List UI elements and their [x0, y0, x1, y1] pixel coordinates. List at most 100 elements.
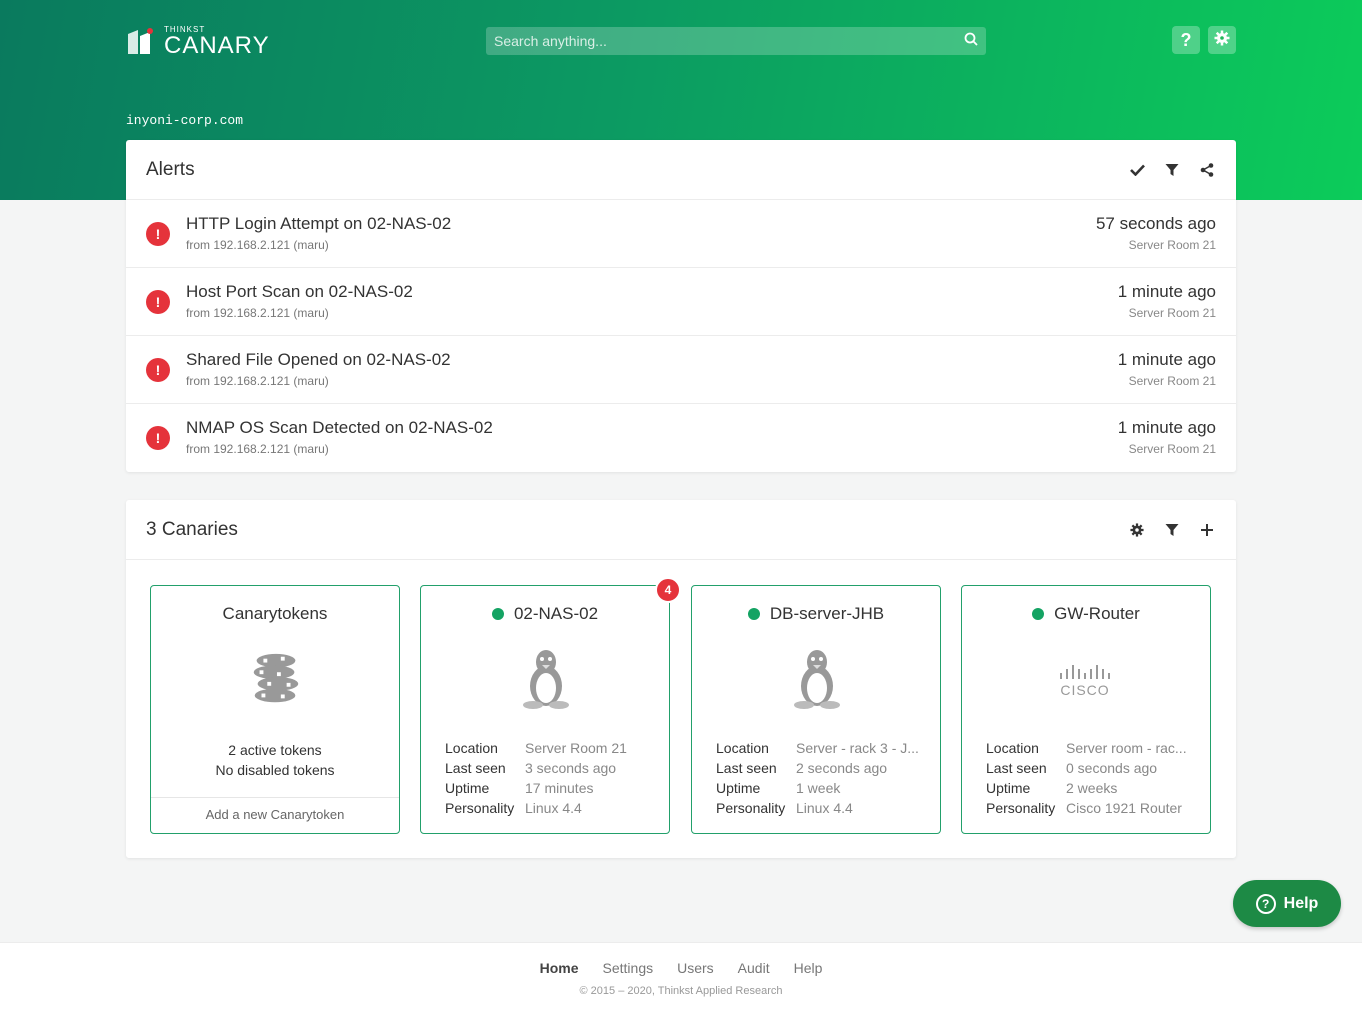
canary-logo[interactable]: THINKST CANARY	[126, 26, 270, 58]
personality-value: Linux 4.4	[525, 800, 582, 816]
search-bar[interactable]	[486, 27, 986, 55]
canary-device-tile[interactable]: 4 02-NAS-02 Location Server Room 21 Last …	[420, 577, 681, 834]
location-label: Location	[986, 740, 1039, 756]
canary-device-tile[interactable]: DB-server-JHB Location Server - rack 3 - …	[691, 585, 941, 834]
alert-row[interactable]: ! NMAP OS Scan Detected on 02-NAS-02 fro…	[126, 404, 1236, 472]
canary-device-tile[interactable]: GW-Router CISCO Location Server room - ra…	[961, 585, 1211, 834]
status-online-icon	[1032, 608, 1045, 620]
alert-title: Shared File Opened on 02-NAS-02	[186, 350, 451, 369]
alert-exclamation-icon: !	[146, 358, 170, 382]
status-online-icon	[491, 608, 504, 620]
device-name: DB-server-JHB	[769, 604, 885, 623]
question-icon: ?	[1180, 29, 1192, 50]
alert-title: NMAP OS Scan Detected on 02-NAS-02	[186, 418, 493, 437]
alert-row[interactable]: ! HTTP Login Attempt on 02-NAS-02 from 1…	[126, 200, 1236, 268]
alert-title: HTTP Login Attempt on 02-NAS-02	[186, 214, 452, 233]
personality-value: Cisco 1921 Router	[1066, 800, 1182, 816]
alert-source: from 192.168.2.121 (maru)	[186, 238, 329, 252]
uptime-value: 1 week	[796, 780, 841, 796]
device-name: GW-Router	[1054, 604, 1140, 623]
last-seen-label: Last seen	[986, 760, 1047, 776]
canarytokens-stack-icon	[246, 646, 306, 712]
gear-icon[interactable]	[1128, 521, 1146, 539]
footer-link-audit[interactable]: Audit	[738, 960, 770, 976]
tile-title: Canarytokens	[222, 604, 328, 623]
last-seen-value: 0 seconds ago	[1066, 760, 1158, 776]
uptime-label: Uptime	[445, 780, 490, 796]
uptime-label: Uptime	[716, 780, 761, 796]
footer-link-home[interactable]: Home	[540, 960, 579, 976]
alert-exclamation-icon: !	[146, 290, 170, 314]
alert-count-badge: 4	[655, 577, 681, 603]
personality-value: Linux 4.4	[796, 800, 853, 816]
uptime-value: 17 minutes	[525, 780, 594, 796]
alerts-panel: Alerts ! HTTP Login Attempt on 02-NAS-02…	[126, 140, 1236, 472]
location-value: Server - rack 3 - J...	[796, 740, 919, 756]
personality-label: Personality	[445, 800, 515, 816]
canarytokens-tile[interactable]: Canarytokens 2 active tokens No disabled…	[150, 585, 400, 834]
personality-label: Personality	[986, 800, 1056, 816]
alert-row[interactable]: ! Shared File Opened on 02-NAS-02 from 1…	[126, 336, 1236, 404]
alert-time: 1 minute ago	[1117, 418, 1216, 437]
alert-location: Server Room 21	[1128, 238, 1216, 252]
add-canarytoken-button[interactable]: Add a new Canarytoken	[151, 797, 399, 833]
last-seen-value: 2 seconds ago	[796, 760, 888, 776]
uptime-label: Uptime	[986, 780, 1031, 796]
last-seen-value: 3 seconds ago	[525, 760, 617, 776]
filter-icon[interactable]	[1163, 161, 1181, 179]
alert-source: from 192.168.2.121 (maru)	[186, 442, 329, 456]
alert-source: from 192.168.2.121 (maru)	[186, 374, 329, 388]
logo-title: CANARY	[164, 32, 270, 59]
alert-time: 1 minute ago	[1117, 282, 1216, 301]
alert-row[interactable]: ! Host Port Scan on 02-NAS-02 from 192.1…	[126, 268, 1236, 336]
plus-icon[interactable]	[1198, 521, 1216, 539]
alert-time: 1 minute ago	[1117, 350, 1216, 369]
copyright: © 2015 – 2020, Thinkst Applied Research	[579, 985, 783, 997]
device-name: 02-NAS-02	[513, 604, 599, 623]
location-value: Server Room 21	[525, 740, 627, 756]
linux-penguin-icon	[516, 646, 576, 712]
check-icon[interactable]	[1128, 161, 1146, 179]
help-button[interactable]: ?	[1172, 26, 1200, 54]
linux-penguin-icon	[787, 646, 847, 712]
share-icon[interactable]	[1198, 161, 1216, 179]
domain-label: inyoni-corp.com	[126, 113, 244, 128]
alert-exclamation-icon: !	[146, 222, 170, 246]
status-online-icon	[747, 608, 760, 620]
help-button-label: Help	[1283, 894, 1319, 912]
alerts-title: Alerts	[146, 158, 195, 180]
gear-icon	[1214, 30, 1230, 51]
filter-icon[interactable]	[1163, 521, 1181, 539]
location-label: Location	[716, 740, 769, 756]
question-circle-icon: ?	[1255, 893, 1276, 914]
cisco-logo-icon: CISCO	[1057, 646, 1117, 712]
canaries-panel: 3 Canaries Canarytokens 2 active tokens …	[126, 500, 1236, 858]
settings-button[interactable]	[1208, 26, 1236, 54]
search-icon[interactable]	[964, 32, 978, 51]
uptime-value: 2 weeks	[1066, 780, 1118, 796]
cisco-logo-text: CISCO	[1060, 682, 1109, 698]
canary-logo-icon	[126, 28, 154, 56]
floating-help-button[interactable]: ? Help	[1233, 880, 1341, 927]
canaries-title: 3 Canaries	[146, 518, 238, 540]
alert-time: 57 seconds ago	[1095, 214, 1216, 233]
alert-exclamation-icon: !	[146, 426, 170, 450]
alert-location: Server Room 21	[1128, 306, 1216, 320]
footer-link-users[interactable]: Users	[677, 960, 714, 976]
footer-link-settings[interactable]: Settings	[603, 960, 654, 976]
alert-title: Host Port Scan on 02-NAS-02	[186, 282, 413, 301]
last-seen-label: Last seen	[716, 760, 777, 776]
location-label: Location	[445, 740, 498, 756]
footer-link-help[interactable]: Help	[794, 960, 823, 976]
disabled-tokens-count: No disabled tokens	[215, 762, 335, 778]
personality-label: Personality	[716, 800, 786, 816]
alert-location: Server Room 21	[1128, 374, 1216, 388]
location-value: Server room - rac...	[1066, 740, 1187, 756]
footer-nav: Home Settings Users Audit Help	[0, 960, 1362, 976]
alert-source: from 192.168.2.121 (maru)	[186, 306, 329, 320]
footer: Home Settings Users Audit Help © 2015 – …	[0, 942, 1362, 1021]
alert-location: Server Room 21	[1128, 442, 1216, 456]
search-input[interactable]	[494, 33, 964, 49]
last-seen-label: Last seen	[445, 760, 506, 776]
active-tokens-count: 2 active tokens	[228, 742, 322, 758]
